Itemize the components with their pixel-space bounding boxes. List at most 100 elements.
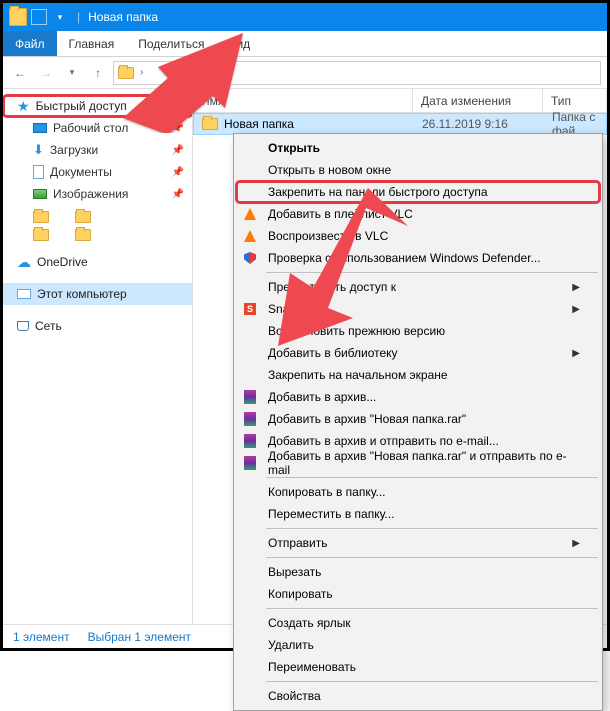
sidebar-this-pc[interactable]: Этот компьютер xyxy=(3,283,192,305)
context-menu: Открыть Открыть в новом окне Закрепить н… xyxy=(233,133,603,711)
menu-defender-scan[interactable]: Проверка с использованием Windows Defend… xyxy=(236,247,600,269)
menu-copy-to[interactable]: Копировать в папку... xyxy=(236,481,600,503)
sidebar-onedrive[interactable]: ☁ OneDrive xyxy=(3,251,192,273)
menu-label: Добавить в архив "Новая папка.rar" и отп… xyxy=(268,449,580,477)
menu-properties[interactable]: Свойства xyxy=(236,685,600,707)
menu-open[interactable]: Открыть xyxy=(236,137,600,159)
menu-label: Переместить в папку... xyxy=(268,507,394,521)
recent-folder-thumbs xyxy=(3,205,192,223)
col-date[interactable]: Дата изменения xyxy=(413,89,543,112)
menu-rar-named-mail[interactable]: Добавить в архив "Новая папка.rar" и отп… xyxy=(236,452,600,474)
tab-share[interactable]: Поделиться xyxy=(126,31,216,56)
menu-label: Добавить в архив и отправить по e-mail..… xyxy=(268,434,499,448)
chevron-right-icon: › xyxy=(140,67,143,78)
sidebar-quick-access[interactable]: ★ Быстрый доступ xyxy=(3,95,192,117)
menu-share-access[interactable]: Предоставить доступ к▶ xyxy=(236,276,600,298)
desktop-icon xyxy=(33,123,47,133)
menu-copy[interactable]: Копировать xyxy=(236,583,600,605)
nav-bar: ← → ▾ ↑ › xyxy=(3,57,607,89)
folder-icon xyxy=(9,8,27,26)
sidebar-label: Рабочий стол xyxy=(53,121,128,135)
pin-icon: 📌 xyxy=(172,167,184,178)
sidebar-downloads[interactable]: ⬇Загрузки 📌 xyxy=(3,139,192,161)
pin-icon: 📌 xyxy=(172,123,184,134)
menu-separator xyxy=(266,272,598,273)
col-type[interactable]: Тип xyxy=(543,89,607,112)
menu-label: Создать ярлык xyxy=(268,616,351,630)
menu-label: Свойства xyxy=(268,689,321,703)
folder-icon[interactable] xyxy=(33,229,49,241)
winrar-icon xyxy=(244,390,256,404)
menu-send-to[interactable]: Отправить▶ xyxy=(236,532,600,554)
chevron-right-icon: ▶ xyxy=(572,282,580,293)
menu-rename[interactable]: Переименовать xyxy=(236,656,600,678)
menu-rar-add-named[interactable]: Добавить в архив "Новая папка.rar" xyxy=(236,408,600,430)
sidebar-pictures[interactable]: Изображения 📌 xyxy=(3,183,192,205)
pictures-icon xyxy=(33,189,47,199)
props-icon[interactable] xyxy=(31,9,47,25)
menu-create-shortcut[interactable]: Создать ярлык xyxy=(236,612,600,634)
menu-restore-version[interactable]: Восстановить прежнюю версию xyxy=(236,320,600,342)
up-button[interactable]: ↑ xyxy=(87,62,109,84)
sidebar-documents[interactable]: Документы 📌 xyxy=(3,161,192,183)
menu-separator xyxy=(266,528,598,529)
tab-view[interactable]: Вид xyxy=(216,31,262,56)
status-selected: Выбран 1 элемент xyxy=(88,630,191,644)
chevron-right-icon: ▶ xyxy=(572,348,580,359)
folder-icon[interactable] xyxy=(75,229,91,241)
history-dropdown[interactable]: ▾ xyxy=(61,62,83,84)
winrar-icon xyxy=(244,412,256,426)
pin-icon: 📌 xyxy=(172,145,184,156)
address-bar[interactable]: › xyxy=(113,61,601,85)
menu-label: Открыть xyxy=(268,141,320,155)
pc-icon xyxy=(17,289,31,299)
menu-label: Snagit xyxy=(268,302,302,316)
menu-delete[interactable]: Удалить xyxy=(236,634,600,656)
vlc-icon xyxy=(244,208,256,220)
col-name[interactable]: Имя xyxy=(193,89,413,112)
snagit-icon: S xyxy=(244,303,256,315)
sidebar-network[interactable]: Сеть xyxy=(3,315,192,337)
menu-add-library[interactable]: Добавить в библиотеку ▶ xyxy=(236,342,600,364)
title-separator: | xyxy=(77,10,80,24)
sidebar-label: Сеть xyxy=(35,319,62,333)
file-date: 26.11.2019 9:16 xyxy=(414,117,544,131)
sidebar-label: Загрузки xyxy=(50,143,98,157)
menu-vlc-add-playlist[interactable]: Добавить в плейлист VLC xyxy=(236,203,600,225)
quick-access-toolbar: ▾ xyxy=(9,8,69,26)
menu-vlc-play[interactable]: Воспроизвести в VLC xyxy=(236,225,600,247)
status-count: 1 элемент xyxy=(13,630,70,644)
star-icon: ★ xyxy=(17,98,30,115)
file-name: Новая папка xyxy=(224,117,294,131)
recent-folder-thumbs xyxy=(3,223,192,241)
menu-label: Переименовать xyxy=(268,660,356,674)
menu-label: Копировать в папку... xyxy=(268,485,386,499)
menu-label: Добавить в архив "Новая папка.rar" xyxy=(268,412,466,426)
menu-pin-quick-access[interactable]: Закрепить на панели быстрого доступа xyxy=(236,181,600,203)
menu-separator xyxy=(266,477,598,478)
sidebar-desktop[interactable]: Рабочий стол 📌 xyxy=(3,117,192,139)
folder-icon[interactable] xyxy=(75,211,91,223)
folder-icon xyxy=(202,118,218,130)
menu-label: Закрепить на панели быстрого доступа xyxy=(268,185,488,199)
sidebar-label: OneDrive xyxy=(37,255,88,269)
file-row[interactable]: Новая папка 26.11.2019 9:16 Папка с фай xyxy=(193,113,607,135)
tab-file[interactable]: Файл xyxy=(3,31,57,56)
folder-icon[interactable] xyxy=(33,211,49,223)
back-button[interactable]: ← xyxy=(9,62,31,84)
pin-icon: 📌 xyxy=(172,189,184,200)
qat-dropdown-icon[interactable]: ▾ xyxy=(51,8,69,26)
menu-separator xyxy=(266,557,598,558)
menu-move-to[interactable]: Переместить в папку... xyxy=(236,503,600,525)
menu-open-new-window[interactable]: Открыть в новом окне xyxy=(236,159,600,181)
tab-home[interactable]: Главная xyxy=(57,31,127,56)
menu-pin-start[interactable]: Закрепить на начальном экране xyxy=(236,364,600,386)
forward-button[interactable]: → xyxy=(35,62,57,84)
cloud-icon: ☁ xyxy=(17,254,31,271)
menu-rar-add[interactable]: Добавить в архив... xyxy=(236,386,600,408)
menu-snagit[interactable]: SSnagit▶ xyxy=(236,298,600,320)
vlc-icon xyxy=(244,230,256,242)
menu-cut[interactable]: Вырезать xyxy=(236,561,600,583)
ribbon-tabs: Файл Главная Поделиться Вид xyxy=(3,31,607,57)
menu-label: Добавить в библиотеку xyxy=(268,346,398,360)
